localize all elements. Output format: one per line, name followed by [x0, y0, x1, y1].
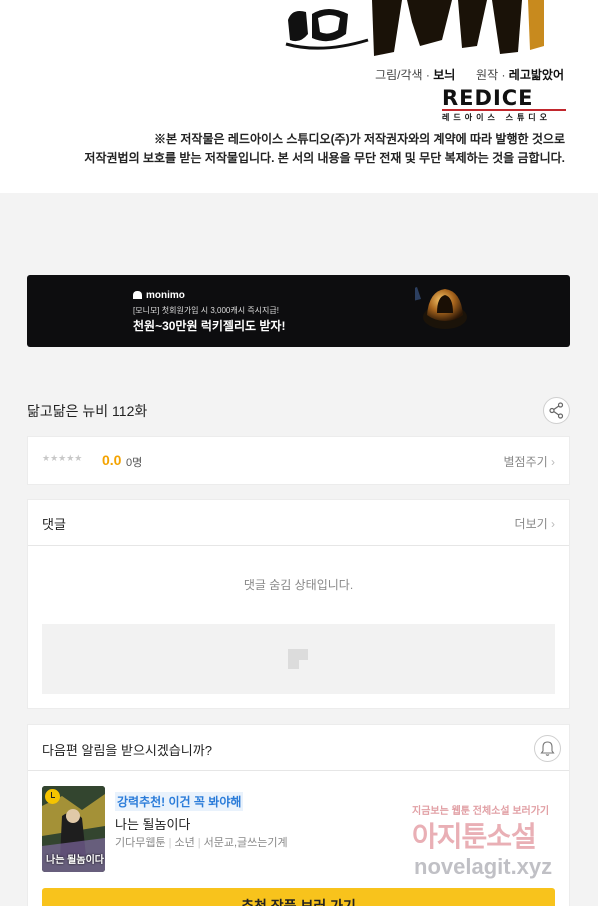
- ad-banner[interactable]: monimo [모니모] 첫회원가입 시 3,000캐시 즉시지급! 천원~30…: [27, 275, 570, 347]
- studio-logo-wordmark: REDICE: [442, 86, 534, 110]
- comment-ad-placeholder: [42, 624, 555, 694]
- ad-brand: monimo: [133, 290, 185, 301]
- ad-subtext: [모니모] 첫회원가입 시 3,000캐시 즉시지급!: [133, 306, 279, 315]
- watermark-line-3: novelagit.xyz: [414, 854, 553, 879]
- recommend-meta: 기다무웹툰 | 소년 | 서문교,글쓰는기계: [115, 837, 288, 849]
- rating-card: ★★★★★ 0.0 0명 별점주기 ›: [27, 436, 570, 485]
- recommend-badge: 강력추천! 이건 꼭 봐야해: [115, 792, 244, 811]
- title-art-image: [285, 0, 544, 56]
- original-name: 레고밟았어: [508, 68, 564, 82]
- share-button[interactable]: [543, 397, 570, 424]
- image-placeholder-icon: [288, 649, 308, 669]
- recommend-thumbnail[interactable]: 나는 될놈이다: [42, 786, 105, 872]
- comments-header: 댓글 더보기 ›: [28, 500, 569, 546]
- rating-score: 0.0: [102, 452, 122, 468]
- watermark: 지금보는 웹툰 전체소설 보러가기 아지툰소설 novelagit.xyz: [404, 802, 598, 906]
- rate-button[interactable]: 별점주기 ›: [503, 453, 555, 470]
- studio-logo: REDICE 레드아이스 스튜디오: [442, 87, 568, 127]
- notify-bell-button[interactable]: [534, 735, 561, 762]
- watermark-line-2: 아지툰소설: [412, 821, 537, 852]
- recommend-meta-genre: 소년: [174, 837, 195, 849]
- credit-line: 그림/각색 · 보늬 원작 · 레고밟았어: [375, 68, 564, 82]
- copyright-notice: ※본 저작물은 레드아이스 스튜디오(주)가 저작권자와의 계약에 따라 발행한…: [45, 130, 565, 168]
- comments-title: 댓글: [42, 517, 66, 532]
- notify-header: 다음편 알림을 받으시겠습니까?: [28, 725, 569, 771]
- chevron-right-icon: ›: [551, 455, 555, 469]
- copyright-line-1: ※본 저작물은 레드아이스 스튜디오(주)가 저작권자와의 계약에 따라 발행한…: [154, 132, 565, 146]
- comments-card: 댓글 더보기 › 댓글 숨김 상태입니다.: [27, 499, 570, 709]
- notify-question: 다음편 알림을 받으시겠습니까?: [42, 743, 212, 758]
- bell-icon: [540, 741, 555, 756]
- rating-count: 0명: [126, 457, 143, 469]
- comments-more-button[interactable]: 더보기 ›: [515, 515, 555, 532]
- recommend-meta-authors: 서문교,글쓰는기계: [203, 837, 288, 849]
- share-icon: [549, 402, 564, 419]
- copyright-line-2: 저작권법의 보호를 받는 저작물입니다. 본 서의 내용을 무단 전재 및 무단…: [84, 151, 565, 165]
- art-name: 보늬: [433, 68, 456, 82]
- recommend-title[interactable]: 나는 될놈이다: [115, 814, 190, 833]
- credits-panel: 그림/각색 · 보늬 원작 · 레고밟았어 REDICE 레드아이스 스튜디오 …: [0, 0, 598, 193]
- ad-headline: 천원~30만원 럭키젤리도 받자!: [133, 319, 286, 333]
- thumbnail-title: 나는 될놈이다: [46, 855, 104, 866]
- art-label: 그림/각색: [375, 68, 423, 82]
- rating-stars: ★★★★★: [42, 454, 83, 464]
- studio-name: 레드아이스 스튜디오: [442, 113, 552, 122]
- recommend-meta-type: 기다무웹툰: [115, 837, 166, 849]
- comments-hidden-message: 댓글 숨김 상태입니다.: [243, 578, 354, 592]
- episode-title: 닮고닮은 뉴비 112화: [27, 403, 148, 419]
- jelly-image: [415, 283, 475, 341]
- monimo-logo-icon: [133, 291, 142, 299]
- original-label: 원작: [476, 68, 499, 82]
- chevron-right-icon: ›: [551, 517, 555, 531]
- wait-free-clock-icon: [45, 789, 60, 804]
